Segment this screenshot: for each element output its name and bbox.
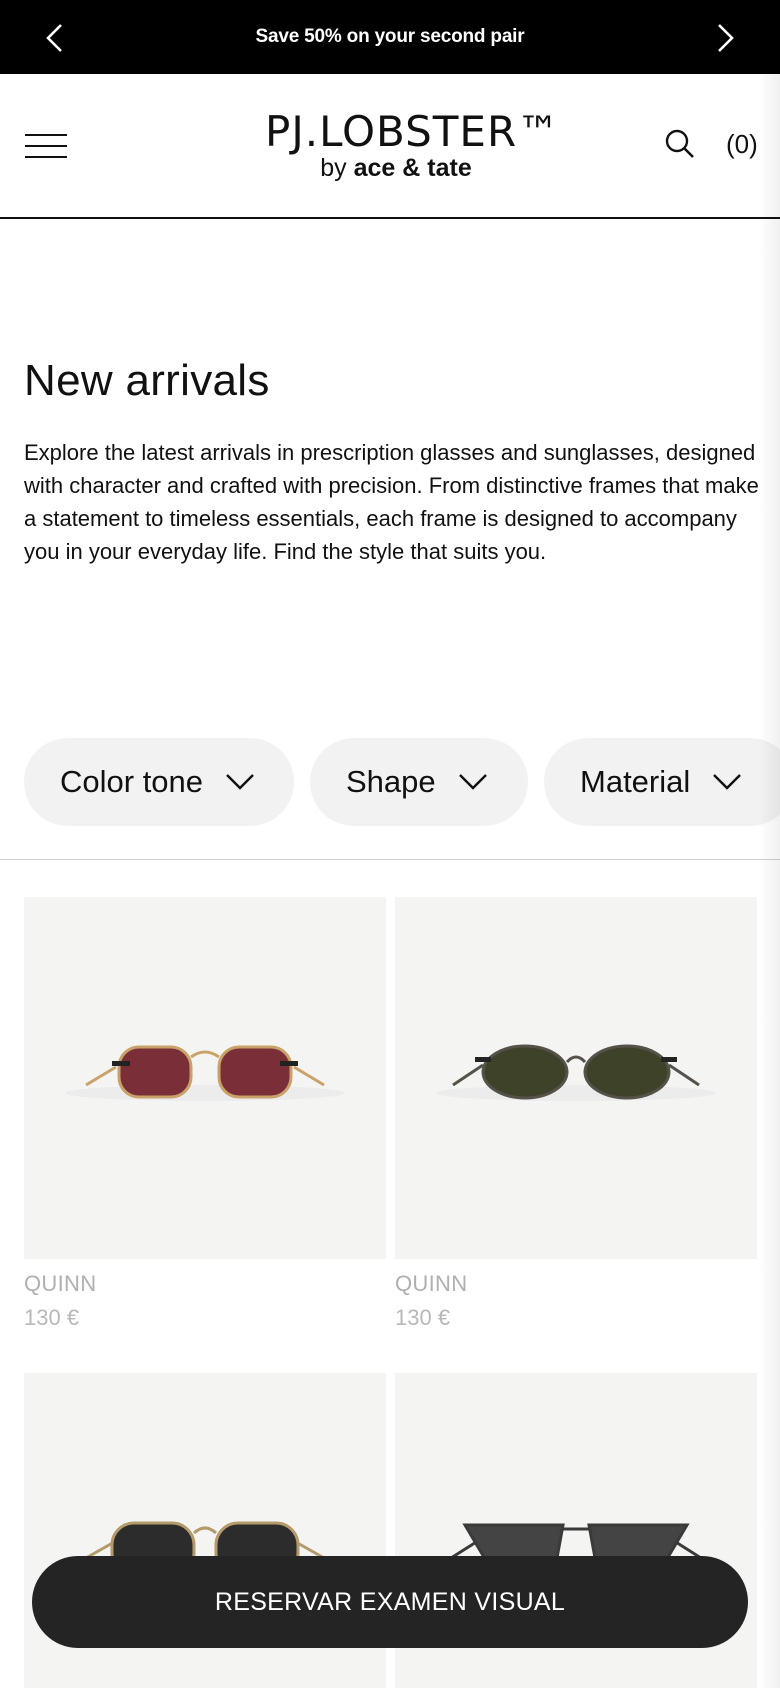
logo-by: by [320,154,347,182]
filter-shape[interactable]: Shape [310,738,528,826]
menu-button[interactable] [25,126,67,166]
page-title: New arrivals [24,356,270,405]
filter-bar: Color tone Shape Material [0,738,780,860]
sunglasses-image [65,1045,345,1101]
promo-text[interactable]: Save 50% on your second pair [256,26,525,48]
hamburger-icon-line [25,145,67,147]
product-card[interactable]: QUINN 130 € [395,897,757,1331]
cart-button[interactable]: (0) [726,128,758,160]
chevron-down-icon [458,774,487,790]
chevron-down-icon [226,774,254,790]
chevron-down-icon [713,774,742,790]
next-promo-button[interactable] [708,20,744,56]
logo-brand: ace & tate [353,154,472,182]
filter-color-tone[interactable]: Color tone [24,738,294,826]
filter-material[interactable]: Material [544,738,780,826]
logo-wordmark: PJ.LOBSTER™ [265,107,561,156]
chevron-left-icon [46,24,62,52]
product-image[interactable] [24,897,386,1259]
product-image[interactable] [395,897,757,1259]
sunglasses-image [436,1044,716,1101]
filter-label: Shape [346,764,436,799]
filter-label: Color tone [60,764,204,799]
hamburger-icon-line [25,156,67,158]
previous-promo-button[interactable] [36,20,72,56]
product-name[interactable]: QUINN [395,1271,757,1297]
intro-description: Explore the latest arrivals in prescript… [24,440,759,564]
logo-subline: by ace & tate [265,154,527,182]
search-icon [665,129,694,158]
chevron-right-icon [718,24,734,52]
site-logo[interactable]: PJ.LOBSTER™ by ace & tate [265,107,561,183]
hamburger-icon-line [25,134,67,136]
filter-label: Material [580,764,691,799]
book-eye-test-button[interactable]: RESERVAR EXAMEN VISUAL [32,1556,748,1648]
product-card[interactable]: QUINN 130 € [24,897,386,1331]
promo-bar: Save 50% on your second pair [0,0,780,74]
site-header: PJ.LOBSTER™ by ace & tate (0) [0,74,780,219]
product-price: 130 € [395,1305,451,1330]
product-name[interactable]: QUINN [24,1271,386,1297]
search-button[interactable] [664,128,696,160]
product-price: 130 € [24,1305,80,1330]
scroll-edge-shadow [758,74,780,1688]
